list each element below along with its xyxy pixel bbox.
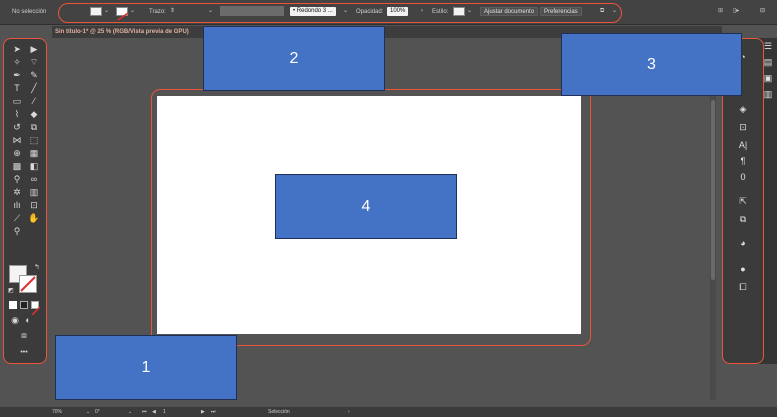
last-page-icon[interactable]: ⏭ xyxy=(211,407,216,417)
curvature-tool-icon[interactable]: ✎ xyxy=(28,69,40,81)
type-tool-icon[interactable]: T xyxy=(11,82,23,94)
rotation-value[interactable]: 0° xyxy=(95,407,100,417)
zoom-tool-icon[interactable]: ⚲ xyxy=(11,225,23,237)
line-tool-icon[interactable]: ╱ xyxy=(28,82,40,94)
selection-status: No selección xyxy=(12,9,47,15)
chevron-right-icon[interactable]: › xyxy=(348,407,350,417)
swap-colors-icon[interactable]: ↰ xyxy=(34,263,40,271)
next-page-icon[interactable]: ▶ xyxy=(201,407,205,417)
artboards-icon[interactable]: ⊡ xyxy=(737,121,749,133)
links-icon[interactable]: ⧠ xyxy=(737,281,749,293)
scale-tool-icon[interactable]: ⧉ xyxy=(28,121,40,133)
chevron-down-icon[interactable]: ⌄ xyxy=(86,407,90,417)
blend-tool-icon[interactable]: ∞ xyxy=(28,173,40,185)
draw-mode-icon[interactable]: ◉ xyxy=(9,314,21,326)
stroke-color-swatch[interactable] xyxy=(19,275,37,293)
eyedropper-tool-icon[interactable]: ⚲ xyxy=(11,173,23,185)
scrollbar-thumb[interactable] xyxy=(711,100,715,280)
control-bar-highlight xyxy=(58,3,622,23)
lasso-tool-icon[interactable]: ⌔ xyxy=(28,56,40,68)
share-icon[interactable]: ▯▸ xyxy=(733,7,739,15)
callout-4: 4 xyxy=(275,174,457,239)
slice-tool-icon[interactable]: ⟋ xyxy=(11,212,23,224)
graphic-styles-icon[interactable]: ● xyxy=(737,263,749,275)
more-tools-icon[interactable]: ••• xyxy=(18,347,30,359)
magic-wand-tool-icon[interactable]: ✧ xyxy=(11,56,23,68)
no-stroke-icon xyxy=(20,276,36,292)
callout-1: 1 xyxy=(55,335,237,400)
layers-icon[interactable]: ◈ xyxy=(737,103,749,115)
pen-tool-icon[interactable]: ✒ xyxy=(11,69,23,81)
zoom-level[interactable]: 70% xyxy=(52,407,62,417)
panel-menu-icon[interactable]: ⊟ xyxy=(760,7,765,15)
gradient-tool-icon[interactable]: ◧ xyxy=(28,160,40,172)
width-tool-icon[interactable]: ⋈ xyxy=(11,134,23,146)
rectangle-tool-icon[interactable]: ▭ xyxy=(11,95,23,107)
perspective-grid-tool-icon[interactable]: ▦ xyxy=(28,147,40,159)
rotate-tool-icon[interactable]: ↺ xyxy=(11,121,23,133)
document-tab[interactable]: Sin título-1* @ 25 % (RGB/Vista previa d… xyxy=(52,26,189,38)
direct-selection-tool-icon[interactable]: ▶ xyxy=(28,43,40,55)
status-bar: 70% ⌄ 0° ⌄ ⏮ ◀ 1 ▶ ⏭ Selección › xyxy=(0,407,777,417)
search-icon[interactable]: ⊞ xyxy=(718,7,723,15)
tools-panel: ➤ ▶ ✧ ⌔ ✒ ✎ T ╱ ▭ ⁄ ⌇ ◆ ↺ ⧉ ⋈ ⬚ ⊕ ▦ ▩ ◧ … xyxy=(3,38,47,364)
previous-page-icon[interactable]: ◀ xyxy=(152,407,156,417)
draw-inside-icon[interactable]: ◐ xyxy=(22,314,34,326)
callout-3: 3 xyxy=(561,33,742,96)
gradient-mode-icon[interactable] xyxy=(20,301,28,309)
chevron-down-icon[interactable]: ⌄ xyxy=(128,407,132,417)
default-colors-icon[interactable]: ◩ xyxy=(8,287,14,294)
opentype-icon[interactable]: 0 xyxy=(737,171,749,183)
callout-2: 2 xyxy=(203,26,385,91)
symbol-sprayer-tool-icon[interactable]: ✲ xyxy=(11,186,23,198)
eraser-tool-icon[interactable]: ◆ xyxy=(28,108,40,120)
hand-tool-icon[interactable]: ✋ xyxy=(28,212,40,224)
export-icon[interactable]: ⇱ xyxy=(737,195,749,207)
asset-export-icon[interactable]: ⧉ xyxy=(737,213,749,225)
shape-builder-tool-icon[interactable]: ⊕ xyxy=(11,147,23,159)
page-number[interactable]: 1 xyxy=(163,407,166,417)
free-transform-tool-icon[interactable]: ⬚ xyxy=(28,134,40,146)
color-mode-icon[interactable] xyxy=(9,301,17,309)
none-mode-icon[interactable] xyxy=(31,301,41,316)
shaper-tool-icon[interactable]: ⌇ xyxy=(11,108,23,120)
character-icon[interactable]: A| xyxy=(737,139,749,151)
paintbrush-tool-icon[interactable]: ⁄ xyxy=(28,95,40,107)
mesh-tool-icon[interactable]: ▩ xyxy=(11,160,23,172)
artboard-tool-icon[interactable]: ⊡ xyxy=(28,199,40,211)
appearance-icon[interactable]: ◕ xyxy=(737,237,749,249)
tool-mode: Selección xyxy=(268,409,290,415)
screen-mode-icon[interactable]: ⧈ xyxy=(18,329,30,341)
selection-tool-icon[interactable]: ➤ xyxy=(11,43,23,55)
bar-graph-tool-icon[interactable]: ılı xyxy=(11,199,23,211)
paragraph-icon[interactable]: ¶ xyxy=(737,155,749,167)
first-page-icon[interactable]: ⏮ xyxy=(142,407,147,417)
column-graph-tool-icon[interactable]: ▥ xyxy=(28,186,40,198)
